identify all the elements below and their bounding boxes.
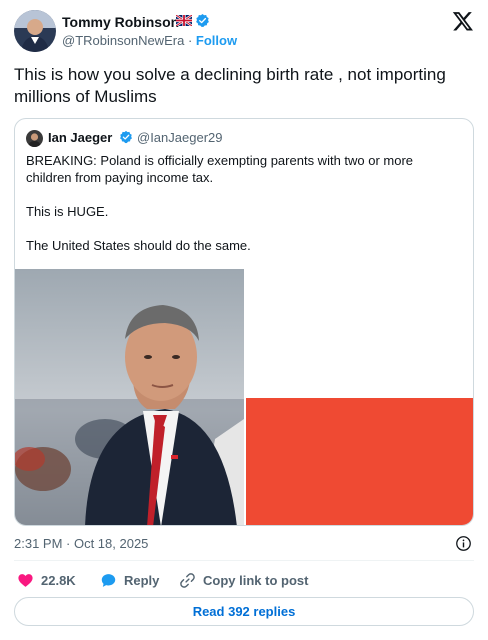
quoted-paragraph: The United States should do the same. [26, 238, 251, 253]
quoted-author-handle[interactable]: @IanJaeger29 [137, 130, 222, 145]
uk-flag-icon [176, 15, 192, 26]
action-bar: 22.8K Reply Copy link to post [14, 568, 474, 592]
tweet-timestamp[interactable]: 2:31 PM · Oct 18, 2025 [14, 536, 148, 551]
reply-button[interactable]: Reply [100, 570, 159, 590]
quoted-author-name[interactable]: Ian Jaeger [48, 130, 112, 145]
quoted-tweet[interactable]: Ian Jaeger @IanJaeger29 BREAKING: Poland… [14, 118, 474, 526]
info-icon[interactable] [455, 535, 472, 552]
quoted-paragraph: BREAKING: Poland is officially exempting… [26, 153, 414, 185]
handle-row: @TRobinsonNewEra · Follow [62, 33, 237, 48]
like-button[interactable]: 22.8K [17, 570, 76, 590]
follow-button[interactable]: Follow [196, 33, 237, 48]
reply-label: Reply [124, 572, 160, 588]
author-handle[interactable]: @TRobinsonNewEra [62, 33, 184, 48]
verified-badge-icon [120, 130, 132, 144]
read-replies-button[interactable]: Read 392 replies [14, 597, 474, 626]
author-name[interactable]: Tommy Robinson [62, 14, 179, 30]
tweet-text: This is how you solve a declining birth … [14, 65, 446, 106]
verified-badge-icon [196, 13, 209, 27]
reply-bubble-icon [101, 573, 116, 587]
quoted-paragraph: This is HUGE. [26, 204, 109, 219]
heart-icon [18, 573, 33, 587]
x-logo-icon[interactable] [452, 10, 474, 32]
author-avatar[interactable] [14, 10, 56, 52]
copy-link-label: Copy link to post [203, 572, 309, 588]
tweet-header: Tommy Robinson @TRobinsonNewEra · Follow [14, 10, 474, 54]
quoted-author-avatar[interactable] [26, 130, 43, 147]
like-count: 22.8K [41, 572, 76, 588]
quoted-tweet-text: BREAKING: Poland is officially exempting… [26, 152, 456, 271]
handle-separator: · [187, 33, 193, 48]
copy-link-button[interactable]: Copy link to post [179, 570, 308, 590]
flag-red-band [246, 398, 473, 525]
poland-flag[interactable] [246, 269, 473, 525]
quoted-media [15, 269, 473, 525]
link-icon [180, 572, 195, 588]
portrait-photo[interactable] [15, 269, 244, 525]
flag-white-band [246, 269, 473, 398]
divider [14, 560, 474, 561]
